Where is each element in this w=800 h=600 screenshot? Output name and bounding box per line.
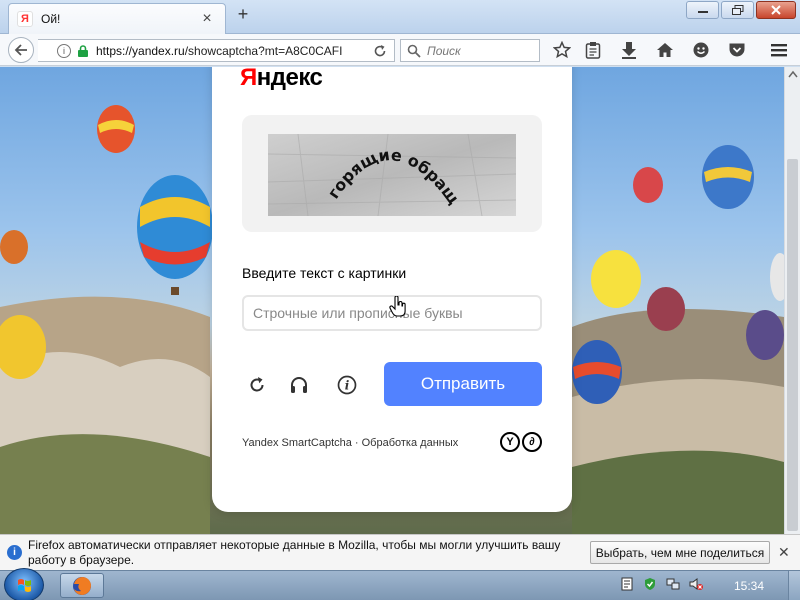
url-path: /showcaptcha?mt=A8C0CAFI: [184, 43, 343, 58]
refresh-captcha-button[interactable]: [244, 372, 270, 398]
scrollbar-thumb[interactable]: [787, 159, 798, 531]
back-arrow-icon: [14, 44, 27, 56]
svg-text:i: i: [345, 379, 350, 393]
captcha-info-button[interactable]: i: [334, 372, 360, 398]
minimize-button[interactable]: [686, 1, 719, 19]
captcha-prompt: Введите текст с картинки: [242, 265, 407, 281]
home-button[interactable]: [654, 39, 676, 61]
close-window-button[interactable]: [756, 1, 796, 19]
menu-button[interactable]: [768, 39, 790, 61]
captcha-image: горящие обращалась: [268, 134, 516, 216]
window-controls: [686, 1, 796, 19]
bookmark-star-button[interactable]: [551, 39, 573, 61]
search-icon: [407, 44, 421, 58]
notification-text: Firefox автоматически отправляет некотор…: [28, 538, 561, 567]
captcha-image-box: горящие обращалась: [242, 115, 542, 232]
download-arrow-icon: [622, 42, 636, 59]
url-host: https://yandex.ru: [96, 43, 185, 58]
system-tray: [620, 577, 703, 591]
hello-button[interactable]: [690, 39, 712, 61]
info-circle-icon: i: [337, 375, 357, 395]
title-bar: Я Ой! × +: [0, 0, 800, 34]
windows-taskbar: 15:34: [0, 568, 800, 600]
navigation-toolbar: i https://yandex.ru/showcaptcha?mt=A8C0C…: [0, 34, 800, 66]
reload-icon[interactable]: [372, 43, 388, 59]
taskbar-clock[interactable]: 15:34: [734, 579, 764, 593]
logo-text: ндекс: [256, 67, 323, 91]
hand-cursor-icon: [389, 296, 406, 317]
search-bar[interactable]: Поиск: [400, 39, 540, 62]
yandex-logo: Яндекс: [240, 67, 323, 92]
minimize-icon: [697, 11, 708, 13]
hamburger-menu-icon: [771, 44, 787, 57]
restore-icon: [731, 5, 743, 15]
star-icon: [553, 41, 571, 59]
back-button[interactable]: [8, 37, 34, 63]
search-placeholder: Поиск: [427, 43, 461, 58]
yandex-favicon-icon: Я: [17, 11, 33, 27]
smartcaptcha-footer-link[interactable]: Yandex SmartCaptcha · Обработка данных: [242, 437, 458, 449]
info-icon[interactable]: i: [57, 43, 71, 58]
windows-logo-icon: [18, 579, 31, 592]
lock-icon[interactable]: [78, 44, 88, 57]
smiley-icon: [693, 42, 709, 58]
new-tab-button[interactable]: +: [234, 5, 252, 24]
choose-data-button[interactable]: Выбрать, чем мне поделиться: [590, 541, 770, 564]
data-reporting-notification: i Firefox автоматически отправляет некот…: [0, 534, 800, 570]
captcha-card: Яндекс горящие обращалась: [212, 67, 572, 512]
show-desktop-button[interactable]: [788, 571, 800, 600]
start-button[interactable]: [4, 568, 44, 600]
info-icon: i: [7, 545, 22, 560]
captcha-distorted-text: горящие обращалась: [268, 134, 516, 216]
restore-button[interactable]: [721, 1, 754, 19]
browser-tab[interactable]: Я Ой! ×: [8, 3, 226, 34]
clipboard-icon: [585, 42, 601, 59]
vertical-scrollbar[interactable]: [784, 67, 800, 534]
reading-list-button[interactable]: [582, 39, 604, 61]
address-bar[interactable]: i https://yandex.ru/showcaptcha?mt=A8C0C…: [38, 39, 395, 62]
audio-captcha-button[interactable]: [286, 372, 312, 398]
security-shield-icon[interactable]: [643, 577, 657, 591]
taskbar-firefox-button[interactable]: [60, 573, 104, 598]
smartcaptcha-badge-icon: Y: [500, 432, 520, 452]
refresh-icon: [250, 377, 264, 392]
action-center-icon[interactable]: [620, 577, 634, 591]
downloads-button[interactable]: [618, 39, 640, 61]
smartcaptcha-badge-2-icon: ∂: [522, 432, 542, 452]
scroll-up-arrow-icon[interactable]: [788, 70, 798, 78]
close-notification-icon[interactable]: ✕: [778, 544, 790, 561]
pocket-button[interactable]: [726, 39, 748, 61]
submit-button[interactable]: Отправить: [384, 362, 542, 406]
logo-letter: Я: [240, 67, 257, 91]
network-icon[interactable]: [666, 577, 680, 591]
headphones-icon: [291, 377, 307, 393]
firefox-icon: [73, 576, 91, 595]
tab-title: Ой!: [41, 12, 61, 26]
volume-muted-icon[interactable]: [689, 577, 703, 591]
home-icon: [657, 43, 673, 57]
url-text[interactable]: https://yandex.ru/showcaptcha?mt=A8C0CAF…: [96, 44, 368, 58]
pocket-icon: [729, 43, 745, 57]
close-tab-icon[interactable]: ×: [199, 11, 215, 27]
close-icon: [771, 5, 781, 15]
